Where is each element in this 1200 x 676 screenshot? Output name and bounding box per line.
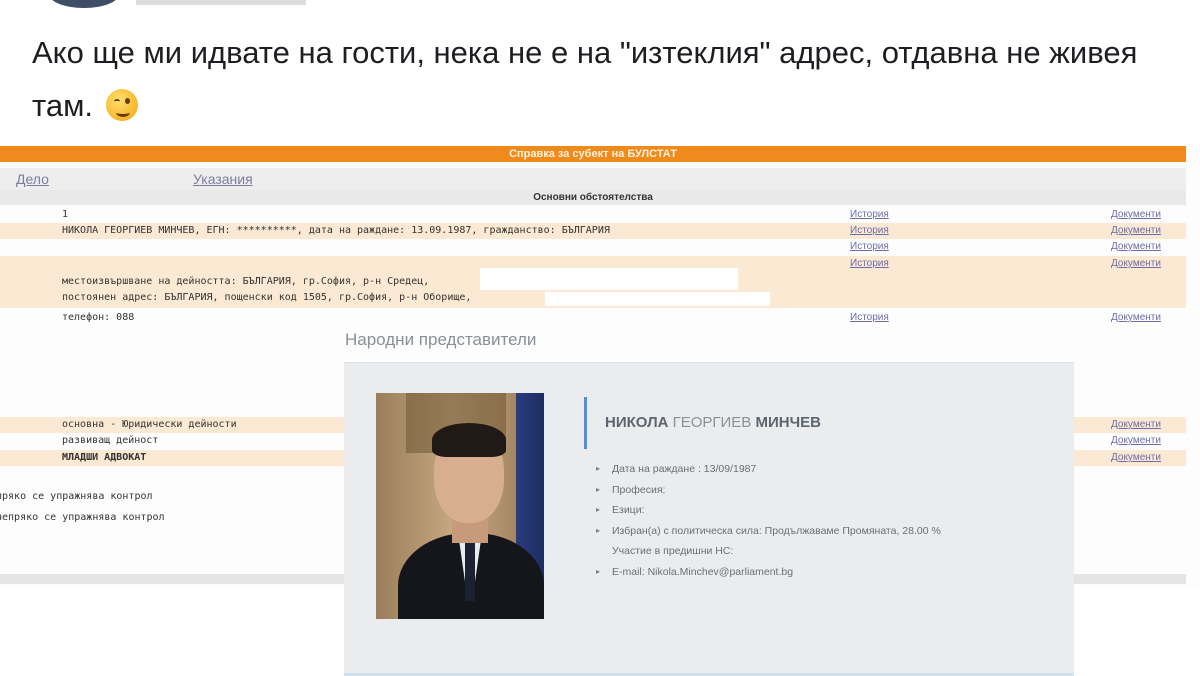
- post-text-body: Ако ще ми идвате на гости, нека не е на …: [32, 35, 1138, 123]
- list-item: ▸ Избран(а) с политическа сила: Продължав…: [596, 521, 1056, 542]
- registry-header: Справка за субект на БУЛСТАТ: [0, 146, 1186, 162]
- bullet-icon: ▸: [596, 525, 601, 535]
- tab-delo[interactable]: Дело: [16, 171, 49, 187]
- registry-tabs: Дело Указания: [0, 168, 1186, 190]
- list-item: ▸ Езици:: [596, 500, 1056, 521]
- history-link[interactable]: История: [850, 256, 889, 272]
- tab-ukazania[interactable]: Указания: [193, 171, 253, 187]
- documents-link[interactable]: Документи: [1111, 417, 1161, 433]
- registry-section-title: Основни обстоятелства: [0, 190, 1186, 205]
- list-item: ▸ Дата на раждане : 13/09/1987: [596, 459, 1056, 480]
- bullet-icon: ▸: [596, 464, 601, 473]
- author-avatar[interactable]: [48, 0, 120, 8]
- documents-link[interactable]: Документи: [1111, 239, 1161, 255]
- history-link[interactable]: История: [850, 239, 889, 255]
- documents-link[interactable]: Документи: [1111, 256, 1161, 272]
- mp-name: НИКОЛА ГЕОРГИЕВ МИНЧЕВ: [584, 397, 821, 449]
- list-item: Участие в предишни НС:: [612, 545, 734, 557]
- table-row: НИКОЛА ГЕОРГИЕВ МИНЧЕВ, ЕГН: **********,…: [0, 223, 1186, 239]
- parliament-section-title: Народни представители: [345, 330, 547, 350]
- documents-link[interactable]: Документи: [1111, 223, 1161, 239]
- list-item: ▸ Професия:: [596, 480, 1056, 501]
- author-name-cropped[interactable]: [136, 0, 306, 5]
- documents-link[interactable]: Документи: [1111, 207, 1161, 223]
- history-link[interactable]: История: [850, 310, 889, 326]
- table-row: телефон: 088 История Документи: [0, 310, 1186, 326]
- mp-portrait-photo: [376, 393, 544, 619]
- history-link[interactable]: История: [850, 223, 889, 239]
- mp-profile-card: НИКОЛА ГЕОРГИЕВ МИНЧЕВ ▸ Дата на раждане …: [344, 362, 1074, 676]
- mp-email[interactable]: E-mail: Nikola.Minchev@parliament.bg: [612, 566, 793, 578]
- redaction-box: [545, 292, 770, 306]
- list-item: ▸ E-mail: Nikola.Minchev@parliament.bg: [596, 562, 1056, 583]
- bullet-icon: ▸: [596, 484, 601, 494]
- post-text: Ако ще ми идвате на гости, нека не е на …: [32, 26, 1172, 132]
- documents-link[interactable]: Документи: [1111, 433, 1161, 449]
- documents-link[interactable]: Документи: [1111, 450, 1161, 466]
- history-link[interactable]: История: [850, 207, 889, 223]
- table-row: 1 История Документи: [0, 207, 1186, 223]
- bullet-icon: ▸: [596, 505, 601, 514]
- redaction-box: [480, 268, 738, 290]
- mp-details-list: ▸ Дата на раждане : 13/09/1987 ▸ Професия:…: [596, 459, 1056, 582]
- winking-face-icon: [105, 89, 138, 121]
- bullet-icon: ▸: [596, 566, 601, 576]
- table-row: История Документи: [0, 239, 1186, 255]
- documents-link[interactable]: Документи: [1111, 310, 1161, 326]
